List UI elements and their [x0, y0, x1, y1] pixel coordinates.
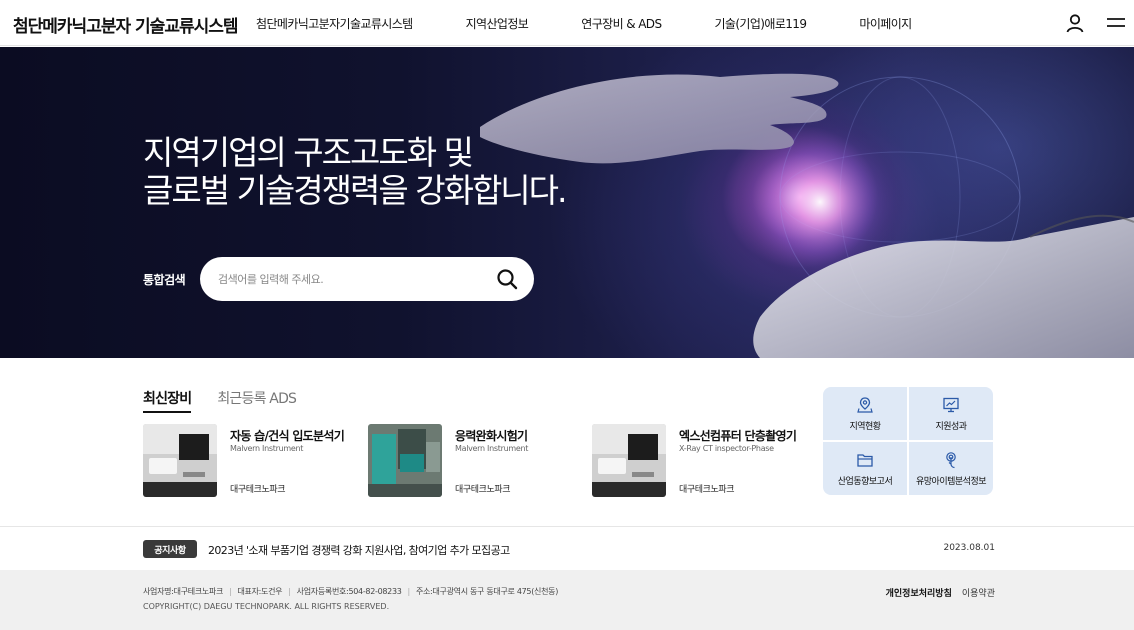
- copyright: COPYRIGHT(C) DAEGU TECHNOPARK. ALL RIGHT…: [143, 602, 390, 611]
- search-label: 통합검색: [143, 273, 186, 287]
- quick-link-label: 산업동향보고서: [837, 476, 893, 487]
- site-header: 첨단메카닉고분자 기술교류시스템 첨단메카닉고분자기술교류시스템 지역산업정보 …: [0, 0, 1134, 46]
- equipment-maker: Malvern Instrument: [230, 444, 304, 453]
- nav-item-system[interactable]: 첨단메카닉고분자기술교류시스템: [256, 15, 413, 32]
- company-info: 사업자명:대구테크노파크 | 대표자:도건우 | 사업자등록번호:504-82-0823…: [143, 587, 559, 596]
- monitor-chart-icon: [943, 397, 959, 412]
- quick-link-support-results[interactable]: 지원성과: [909, 387, 993, 440]
- notice-date: 2023.08.01: [943, 543, 995, 553]
- quick-link-industry-report[interactable]: 산업동향보고서: [823, 442, 907, 495]
- map-pin-icon: [857, 396, 873, 413]
- equipment-name: 자동 습/건식 입도분석기: [230, 429, 345, 443]
- equipment-org: 대구테크노파크: [230, 485, 286, 495]
- main-nav: 첨단메카닉고분자기술교류시스템 지역산업정보 연구장비 & ADS 기술(기업)…: [256, 15, 912, 32]
- quick-link-label: 지원성과: [935, 421, 967, 432]
- equipment-maker: Malvern Instrument: [455, 444, 529, 453]
- notice-link[interactable]: 2023년 '소재 부품기업 경쟁력 강화 지원사업, 참여기업 추가 모집공고: [208, 542, 510, 558]
- equipment-name: 엑스선컴퓨터 단층촬영기: [679, 429, 797, 443]
- quick-link-label: 지역현황: [849, 421, 881, 432]
- search-box: [200, 257, 534, 301]
- nav-item-regional-industry[interactable]: 지역산업정보: [466, 15, 529, 32]
- quick-link-label: 유망아이템분석정보: [915, 476, 987, 487]
- equipment-tabs: 최신장비 최근등록 ADS: [143, 388, 297, 413]
- notice-bar: 공지사항 2023년 '소재 부품기업 경쟁력 강화 지원사업, 참여기업 추가…: [0, 526, 1134, 570]
- hero-title: 지역기업의 구조고도화 및 글로벌 기술경쟁력을 강화합니다.: [143, 133, 568, 210]
- equipment-card[interactable]: 응력완화시험기 Malvern Instrument 대구테크노파크: [368, 424, 588, 498]
- site-logo[interactable]: 첨단메카닉고분자 기술교류시스템: [13, 12, 239, 37]
- footer-links: 개인정보처리방침 이용약관: [886, 586, 995, 599]
- search-icon[interactable]: [496, 268, 518, 290]
- equipment-thumbnail: [143, 424, 217, 497]
- folder-icon: [857, 453, 873, 467]
- nav-item-mypage[interactable]: 마이페이지: [859, 15, 912, 32]
- terms-link[interactable]: 이용약관: [962, 589, 995, 599]
- company-reg-no: 사업자등록번호:504-82-08233: [296, 587, 402, 596]
- hero-banner: 지역기업의 구조고도화 및 글로벌 기술경쟁력을 강화합니다. 통합검색: [0, 47, 1134, 358]
- hero-title-line-1: 지역기업의 구조고도화 및: [143, 133, 474, 172]
- quick-link-promising-items[interactable]: 유망아이템분석정보: [909, 442, 993, 495]
- equipment-org: 대구테크노파크: [455, 485, 511, 495]
- quick-links: 지역현황 지원성과 산업동향보고서 유망아이템분석정보: [823, 387, 995, 495]
- nav-item-tech-support[interactable]: 기술(기업)애로119: [714, 15, 807, 32]
- equipment-card[interactable]: 엑스선컴퓨터 단층촬영기 X-Ray CT inspector-Phase 대구…: [592, 424, 812, 498]
- company-address: 주소:대구광역시 동구 동대구로 475(신천동): [415, 587, 559, 596]
- site-footer: 사업자명:대구테크노파크 | 대표자:도건우 | 사업자등록번호:504-82-0823…: [0, 570, 1134, 630]
- user-icon[interactable]: [1064, 12, 1086, 34]
- company-ceo: 대표자:도건우: [237, 587, 283, 596]
- tab-recent-ads[interactable]: 최근등록 ADS: [217, 388, 297, 413]
- equipment-thumbnail: [368, 424, 442, 497]
- equipment-thumbnail: [592, 424, 666, 497]
- touch-icon: [946, 451, 956, 468]
- nav-item-equipment-ads[interactable]: 연구장비 & ADS: [581, 15, 662, 32]
- equipment-org: 대구테크노파크: [679, 485, 735, 495]
- tab-latest-equipment[interactable]: 최신장비: [143, 388, 192, 413]
- equipment-maker: X-Ray CT inspector-Phase: [679, 444, 774, 453]
- privacy-policy-link[interactable]: 개인정보처리방침: [886, 589, 952, 599]
- hero-title-line-2: 글로벌 기술경쟁력을 강화합니다.: [143, 171, 568, 210]
- equipment-card[interactable]: 자동 습/건식 입도분석기 Malvern Instrument 대구테크노파크: [143, 424, 363, 498]
- notice-badge: 공지사항: [143, 540, 197, 558]
- search-input[interactable]: [218, 269, 478, 289]
- menu-icon[interactable]: [1105, 12, 1127, 34]
- quick-link-regional-status[interactable]: 지역현황: [823, 387, 907, 440]
- equipment-name: 응력완화시험기: [455, 429, 528, 443]
- company-name: 사업자명:대구테크노파크: [143, 587, 224, 596]
